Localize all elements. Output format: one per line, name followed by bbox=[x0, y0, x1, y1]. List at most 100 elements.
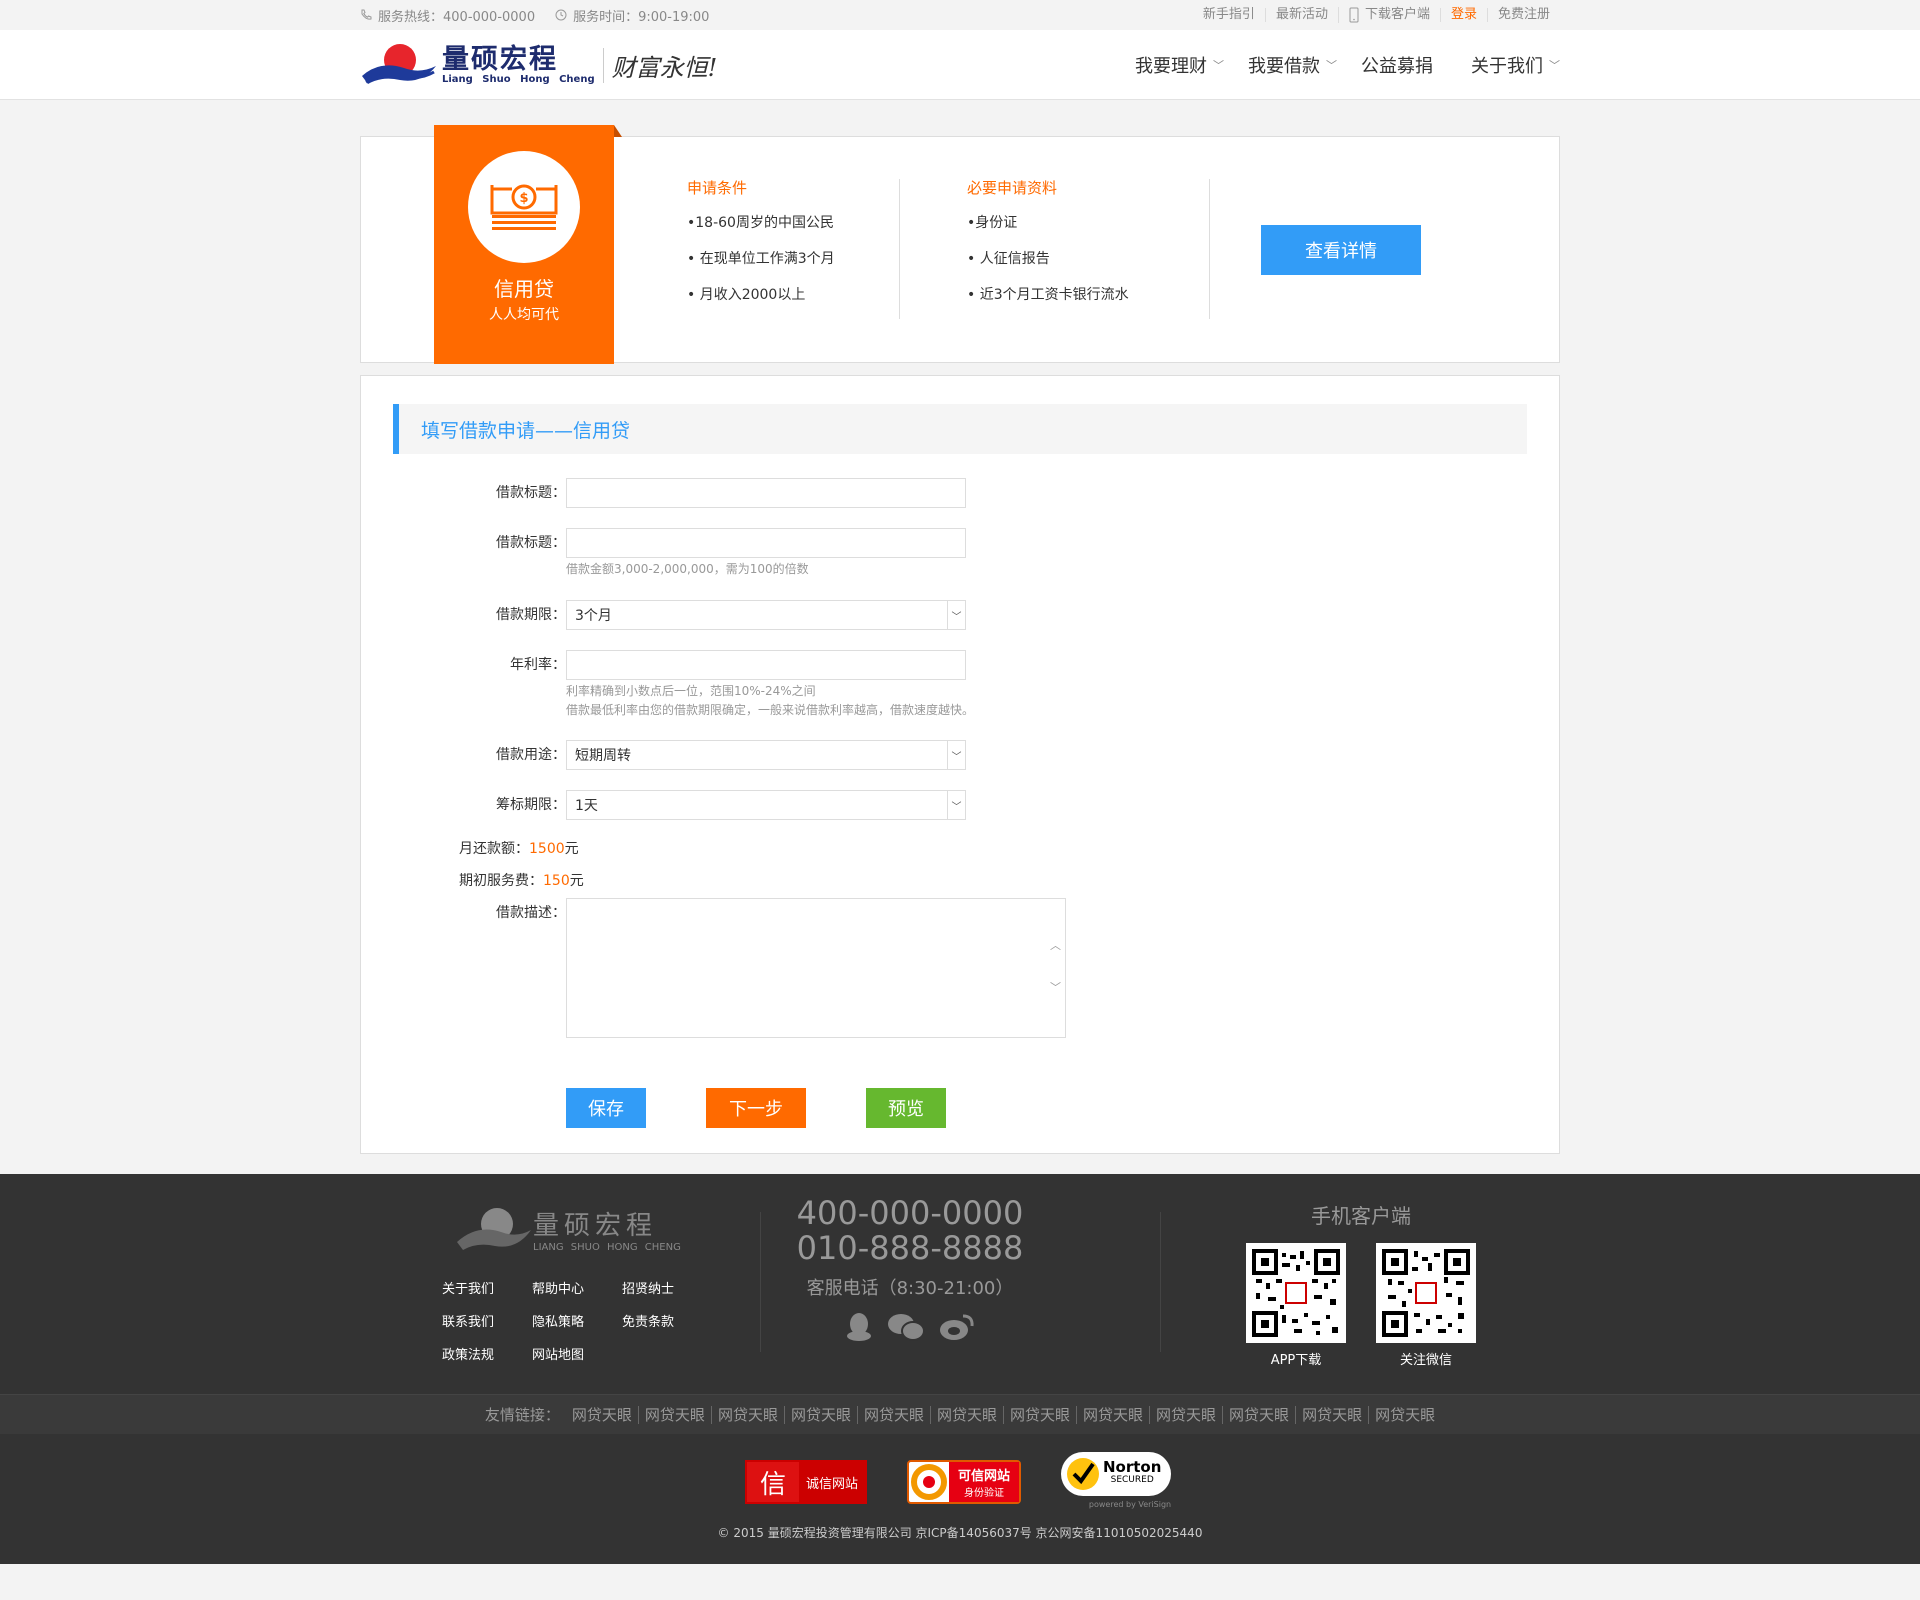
friend-link[interactable]: 网贷天眼 bbox=[1295, 1406, 1369, 1424]
chevron-down-icon: ﹀ bbox=[947, 791, 965, 819]
save-button[interactable]: 保存 bbox=[566, 1088, 646, 1128]
friend-link[interactable]: 网贷天眼 bbox=[929, 1406, 1003, 1424]
loan-title-input[interactable] bbox=[566, 478, 966, 508]
app-download-qr[interactable]: APP下载 bbox=[1246, 1243, 1346, 1368]
friend-link[interactable]: 网贷天眼 bbox=[637, 1406, 711, 1424]
loan-use-select[interactable]: 短期周转 ﹀ bbox=[566, 740, 966, 770]
footer-logo: 量硕宏程 LIANG SHUO HONG CHENG bbox=[455, 1202, 681, 1256]
svg-text:$: $ bbox=[519, 191, 528, 206]
site-logo[interactable]: 量硕宏程 Liang Shuo Hong Cheng 财富永恒! bbox=[360, 40, 717, 90]
main-nav: 我要理财 ﹀ 我要借款 ﹀ 公益募捐 关于我们 ﹀ bbox=[1111, 52, 1560, 78]
norton-powered: powered by VeriSign bbox=[1088, 1500, 1172, 1509]
footer-link-disclaimer[interactable]: 免责条款 bbox=[622, 1311, 712, 1330]
weibo-icon[interactable] bbox=[939, 1312, 975, 1342]
norton-label: Norton bbox=[1103, 1458, 1162, 1476]
nav-invest[interactable]: 我要理财 ﹀ bbox=[1135, 52, 1224, 78]
condition-item: • 月收入2000以上 bbox=[687, 287, 806, 303]
top-bar: 服务热线：400-000-0000 服务时间：9:00-19:00 新手指引 最… bbox=[0, 0, 1920, 30]
loan-use-value: 短期周转 bbox=[575, 748, 631, 764]
amount-hint: 借款金额3,000-2,000,000，需为100的倍数 bbox=[566, 562, 809, 576]
loan-term-value: 3个月 bbox=[575, 608, 612, 624]
mobile-client-title: 手机客户端 bbox=[1311, 1204, 1411, 1228]
form-title: 填写借款申请——信用贷 bbox=[393, 404, 1527, 454]
footer-link-contact[interactable]: 联系我们 bbox=[442, 1311, 532, 1330]
product-badge: $ 信用贷 人人均可代 bbox=[434, 125, 622, 364]
nav-charity[interactable]: 公益募捐 bbox=[1361, 52, 1433, 78]
activity-link[interactable]: 最新活动 bbox=[1264, 8, 1338, 22]
rate-label: 年利率： bbox=[510, 657, 566, 673]
friend-link[interactable]: 网贷天眼 bbox=[1003, 1406, 1077, 1424]
friend-links: 友情链接： 网贷天眼 网贷天眼 网贷天眼 网贷天眼 网贷天眼 网贷天眼 网贷天眼 网贷天眼 网贷天… bbox=[0, 1394, 1920, 1434]
footer: 量硕宏程 LIANG SHUO HONG CHENG 关于我们 帮助中心 招贤纳… bbox=[0, 1174, 1920, 1394]
wechat-follow-qr[interactable]: 关注微信 bbox=[1376, 1243, 1476, 1368]
chevron-down-icon: ﹀ bbox=[1213, 59, 1224, 72]
friend-link[interactable]: 网贷天眼 bbox=[783, 1406, 857, 1424]
footer-link-help[interactable]: 帮助中心 bbox=[532, 1278, 622, 1297]
conditions-title: 申请条件 bbox=[687, 179, 748, 197]
footer-links: 关于我们 帮助中心 招贤纳士 联系我们 隐私策略 免责条款 政策法规 网站地图 bbox=[442, 1278, 712, 1363]
guide-link[interactable]: 新手指引 bbox=[1193, 8, 1265, 22]
monthly-payment: 月还款额：1500元 bbox=[459, 841, 579, 857]
logo-text-en: Liang Shuo Hong Cheng bbox=[442, 73, 595, 85]
friend-link[interactable]: 网贷天眼 bbox=[1149, 1406, 1223, 1424]
cert-trusted-site-badge[interactable]: 可信网站 身份验证 bbox=[907, 1460, 1021, 1504]
description-textarea[interactable]: ︿ ﹀ bbox=[566, 898, 1066, 1038]
chevron-down-icon: ﹀ bbox=[947, 741, 965, 769]
cert2-sublabel: 身份验证 bbox=[964, 1488, 1004, 1499]
cert-integrity-badge[interactable]: 信 诚信网站 bbox=[745, 1460, 867, 1504]
qq-icon[interactable] bbox=[845, 1312, 873, 1342]
footer-link-jobs[interactable]: 招贤纳士 bbox=[622, 1278, 712, 1297]
loan-title-label: 借款标题： bbox=[496, 485, 566, 501]
document-item: • 近3个月工资卡银行流水 bbox=[967, 287, 1129, 303]
cert2-label: 可信网站 bbox=[957, 1469, 1010, 1484]
footer-bottom: 信 诚信网站 可信网站 身份验证 Norton SECURED powered … bbox=[0, 1434, 1920, 1564]
download-client-link[interactable]: 下载客户端 bbox=[1337, 7, 1440, 23]
monthly-payment-value: 1500 bbox=[529, 841, 565, 857]
description-label: 借款描述： bbox=[496, 905, 566, 921]
scroll-down-icon[interactable]: ﹀ bbox=[1050, 979, 1061, 995]
friend-link[interactable]: 网贷天眼 bbox=[856, 1406, 930, 1424]
loan-amount-label: 借款标题： bbox=[496, 535, 566, 551]
footer-link-privacy[interactable]: 隐私策略 bbox=[532, 1311, 622, 1330]
login-link[interactable]: 登录 bbox=[1439, 8, 1487, 22]
wechat-icon[interactable] bbox=[887, 1312, 925, 1342]
preview-button[interactable]: 预览 bbox=[866, 1088, 946, 1128]
product-tagline: 人人均可代 bbox=[489, 307, 559, 323]
raise-period-select[interactable]: 1天 ﹀ bbox=[566, 790, 966, 820]
footer-phone-1: 400-000-0000 bbox=[796, 1194, 1024, 1232]
conditions-list: 申请条件 •18-60周岁的中国公民 • 在现单位工作满3个月 • 月收入200… bbox=[687, 177, 967, 320]
friend-link[interactable]: 网贷天眼 bbox=[1076, 1406, 1150, 1424]
next-step-button[interactable]: 下一步 bbox=[706, 1088, 806, 1128]
rate-input[interactable] bbox=[566, 650, 966, 680]
loan-term-select[interactable]: 3个月 ﹀ bbox=[566, 600, 966, 630]
rate-hint-2: 借款最低利率由您的借款期限确定，一般来说借款利率越高，借款速度越快。 bbox=[566, 703, 975, 717]
chevron-down-icon: ﹀ bbox=[947, 601, 965, 629]
footer-link-about[interactable]: 关于我们 bbox=[442, 1278, 532, 1297]
divider bbox=[1209, 179, 1210, 319]
footer-link-policy[interactable]: 政策法规 bbox=[442, 1344, 532, 1363]
footer-contact: 400-000-0000 010-888-8888 客服电话（8:30-21:0… bbox=[760, 1196, 1060, 1342]
friend-link[interactable]: 网贷天眼 bbox=[566, 1406, 638, 1424]
condition-item: • 在现单位工作满3个月 bbox=[687, 251, 835, 267]
nav-about[interactable]: 关于我们 ﹀ bbox=[1471, 52, 1560, 78]
cert1-label: 诚信网站 bbox=[799, 1462, 865, 1502]
register-link[interactable]: 免费注册 bbox=[1486, 8, 1560, 22]
scroll-up-icon[interactable]: ︿ bbox=[1050, 937, 1061, 953]
trusted-seal-icon bbox=[911, 1464, 947, 1500]
hotline: 服务热线：400-000-0000 bbox=[360, 6, 535, 25]
nav-borrow[interactable]: 我要借款 ﹀ bbox=[1248, 52, 1337, 78]
phone-icon bbox=[361, 9, 372, 20]
footer-link-sitemap[interactable]: 网站地图 bbox=[532, 1344, 622, 1363]
view-details-button[interactable]: 查看详情 bbox=[1261, 225, 1421, 275]
money-icon: $ bbox=[468, 151, 580, 263]
loan-amount-input[interactable] bbox=[566, 528, 966, 558]
friend-link[interactable]: 网贷天眼 bbox=[710, 1406, 784, 1424]
slogan: 财富永恒! bbox=[602, 47, 717, 83]
friend-link[interactable]: 网贷天眼 bbox=[1368, 1406, 1442, 1424]
condition-item: •18-60周岁的中国公民 bbox=[687, 215, 834, 231]
qr-code-icon bbox=[1246, 1243, 1346, 1343]
footer-logo-cn: 量硕宏程 bbox=[533, 1211, 658, 1241]
checkmark-icon bbox=[1067, 1458, 1099, 1490]
friend-link[interactable]: 网贷天眼 bbox=[1222, 1406, 1296, 1424]
footer-logo-en: LIANG SHUO HONG CHENG bbox=[533, 1242, 681, 1253]
